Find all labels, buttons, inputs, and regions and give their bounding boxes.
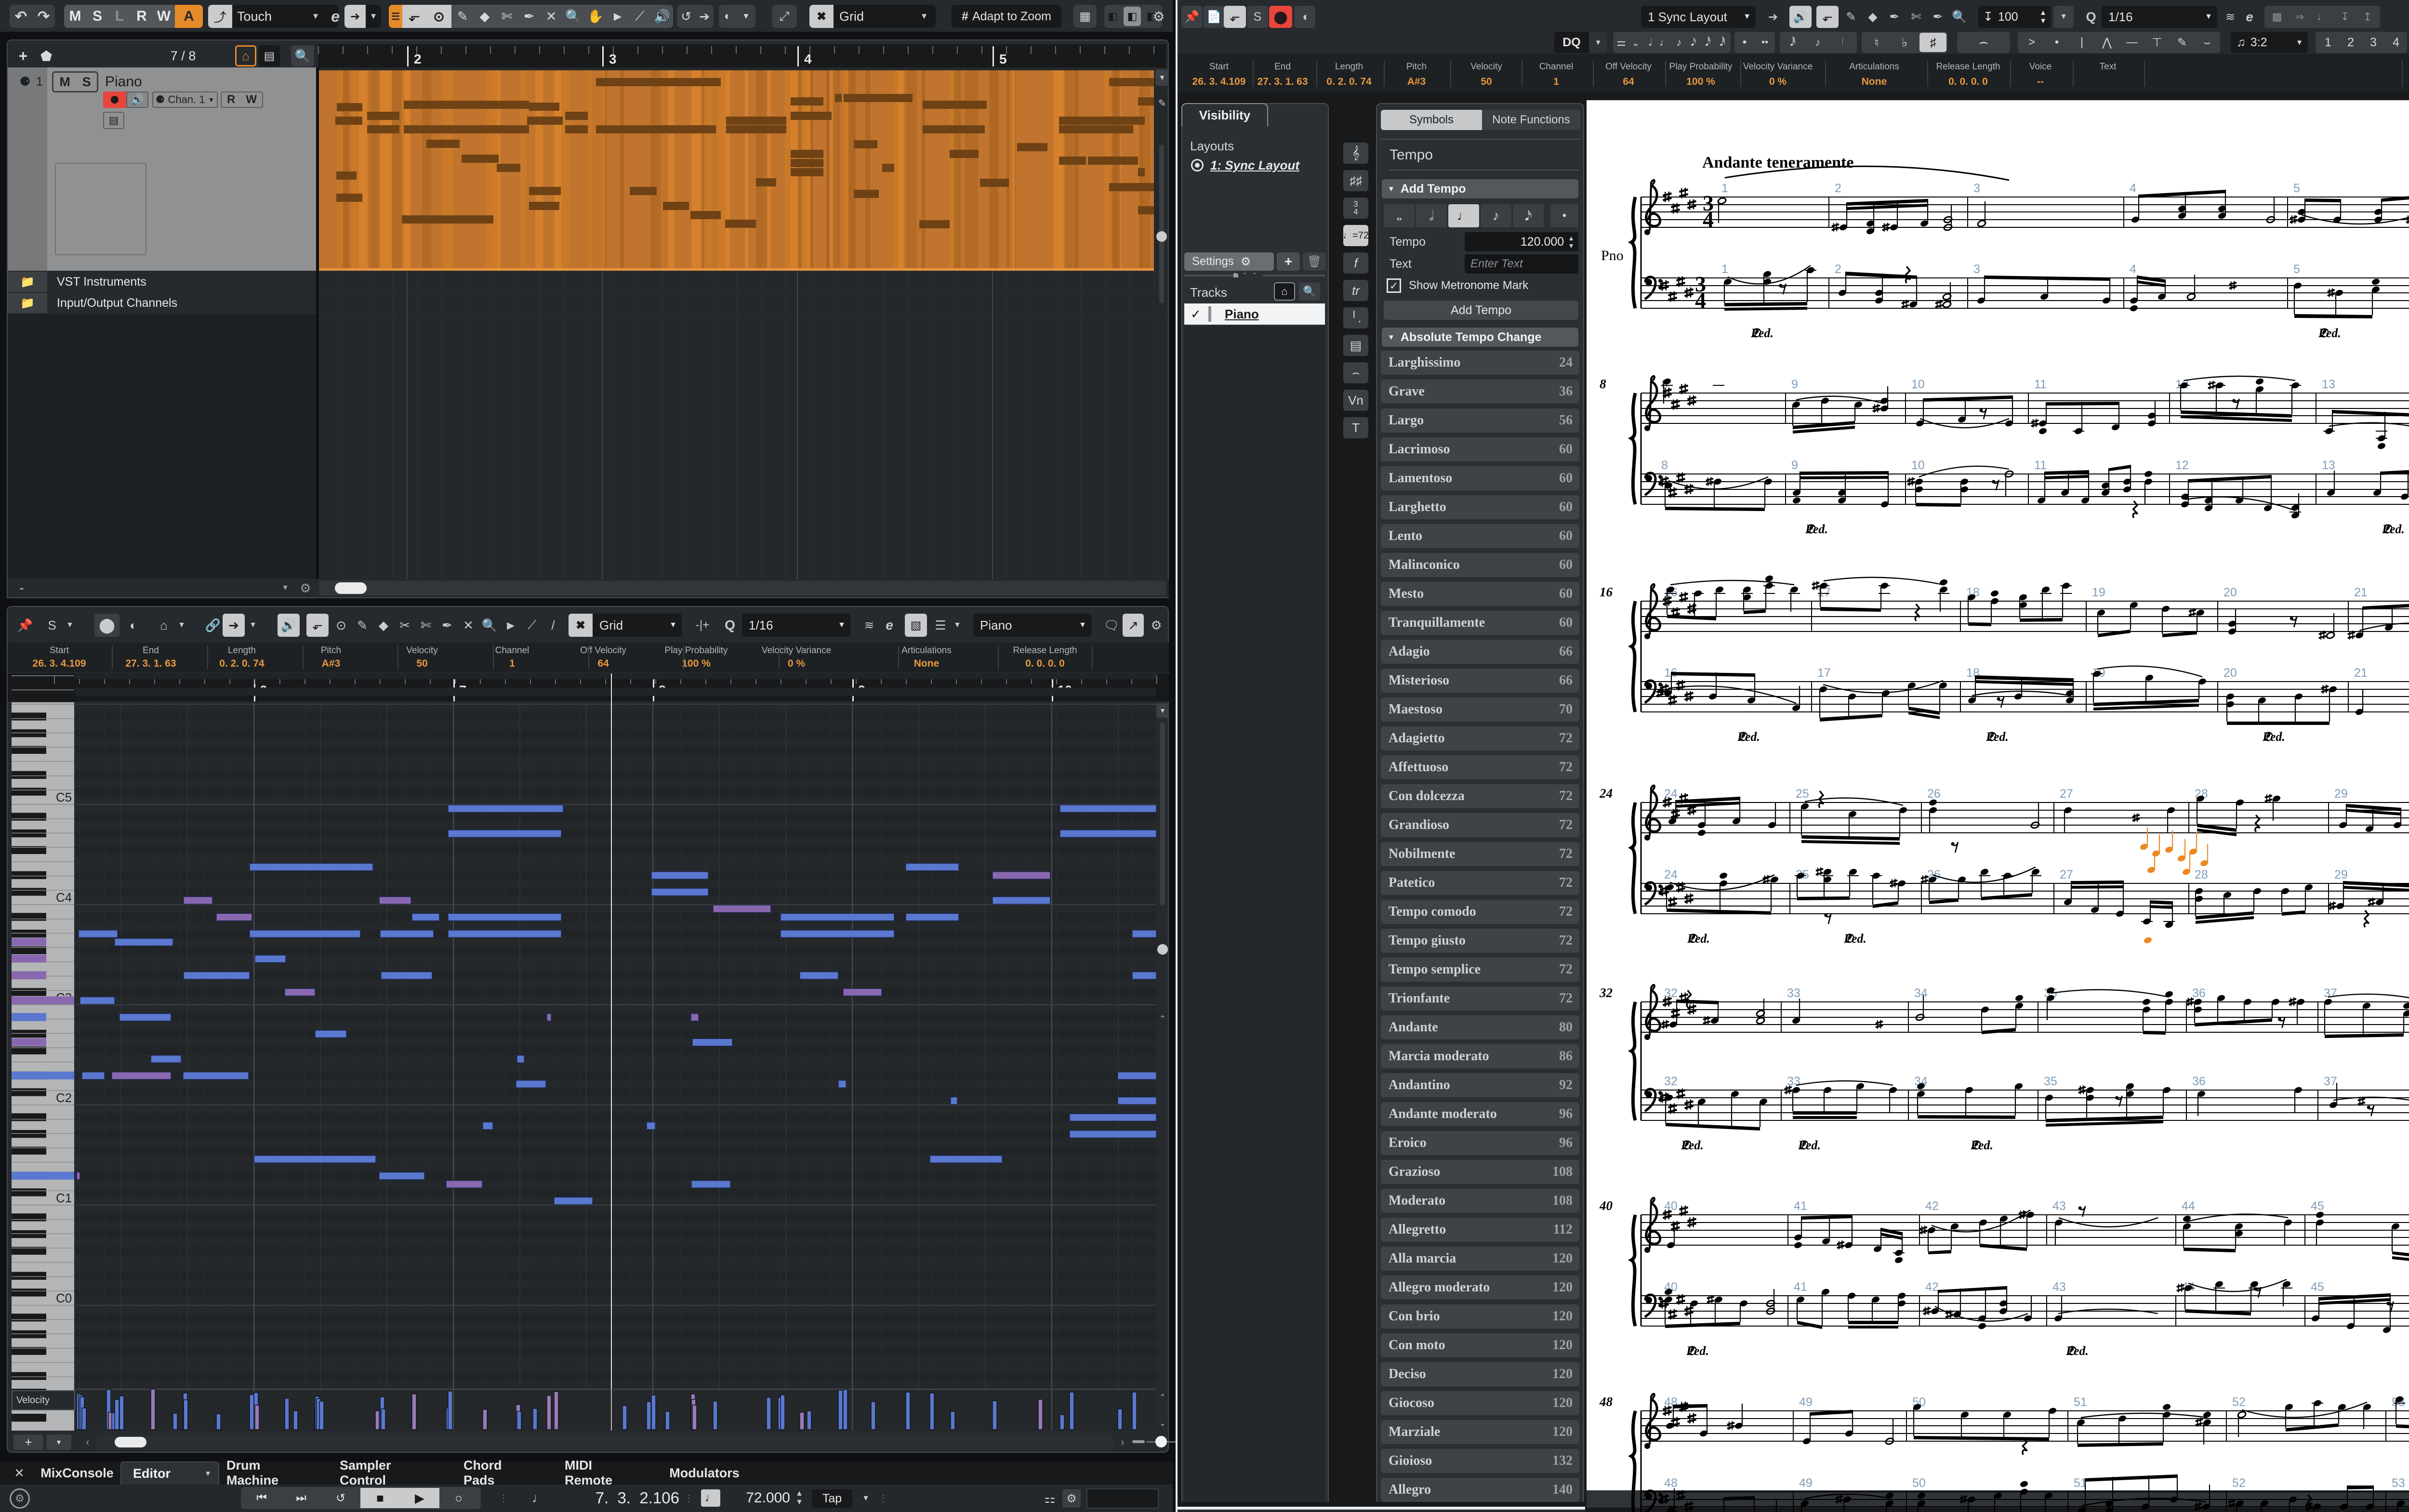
svg-text:Ped.: Ped. bbox=[1737, 730, 1760, 744]
svg-text:8: 8 bbox=[1661, 459, 1668, 472]
svg-text:51: 51 bbox=[2074, 1395, 2087, 1409]
svg-text:21: 21 bbox=[2354, 586, 2368, 599]
svg-text:Ped.: Ped. bbox=[1970, 1138, 1993, 1152]
svg-text:16: 16 bbox=[1600, 585, 1613, 599]
svg-text:2: 2 bbox=[1835, 182, 1841, 195]
svg-text:29: 29 bbox=[2334, 868, 2348, 881]
svg-text:5: 5 bbox=[2293, 182, 2300, 195]
svg-text:21: 21 bbox=[2354, 666, 2368, 680]
svg-text:Ped.: Ped. bbox=[2065, 1344, 2089, 1358]
svg-text:5: 5 bbox=[2293, 263, 2300, 276]
svg-text:C1: C1 bbox=[56, 1191, 72, 1205]
svg-text:28: 28 bbox=[2195, 868, 2208, 881]
svg-text:40: 40 bbox=[1664, 1199, 1678, 1213]
svg-text:Ped.: Ped. bbox=[1843, 932, 1866, 946]
svg-text:32: 32 bbox=[1664, 1075, 1678, 1088]
svg-text:Ped.: Ped. bbox=[1687, 932, 1710, 946]
svg-text:25: 25 bbox=[1796, 787, 1809, 801]
svg-text:40: 40 bbox=[1599, 1198, 1613, 1213]
svg-text:C2: C2 bbox=[56, 1091, 72, 1105]
svg-text:32: 32 bbox=[1664, 986, 1678, 1000]
svg-text:26: 26 bbox=[1927, 787, 1941, 801]
svg-text:11: 11 bbox=[2034, 459, 2047, 472]
svg-text:42: 42 bbox=[1925, 1280, 1939, 1294]
svg-text:53: 53 bbox=[2392, 1476, 2405, 1490]
svg-text:43: 43 bbox=[2052, 1199, 2066, 1213]
svg-text:2: 2 bbox=[414, 52, 422, 66]
svg-text:C5: C5 bbox=[56, 790, 72, 804]
svg-text:8: 8 bbox=[1600, 377, 1606, 391]
svg-text:Ped.: Ped. bbox=[1985, 730, 2009, 744]
svg-text:45: 45 bbox=[2311, 1280, 2324, 1294]
svg-text:10: 10 bbox=[1911, 378, 1925, 391]
svg-text:36: 36 bbox=[2192, 1075, 2206, 1088]
svg-text:52: 52 bbox=[2232, 1476, 2246, 1490]
svg-text:48: 48 bbox=[1664, 1476, 1678, 1490]
svg-text:Ped.: Ped. bbox=[1750, 326, 1774, 340]
svg-text:45: 45 bbox=[2311, 1199, 2324, 1213]
svg-text:37: 37 bbox=[2324, 1075, 2337, 1088]
svg-text:43: 43 bbox=[2052, 1280, 2066, 1294]
svg-text:5: 5 bbox=[999, 52, 1007, 66]
svg-text:3: 3 bbox=[1973, 263, 1980, 276]
svg-text:52: 52 bbox=[2232, 1395, 2246, 1409]
svg-text:4: 4 bbox=[2130, 182, 2136, 195]
svg-text:20: 20 bbox=[2224, 586, 2237, 599]
svg-text:9: 9 bbox=[1791, 459, 1798, 472]
svg-text:Ped.: Ped. bbox=[1805, 522, 1828, 536]
svg-text:12: 12 bbox=[2175, 459, 2189, 472]
svg-text:Ped.: Ped. bbox=[2262, 730, 2285, 744]
svg-text:44: 44 bbox=[2182, 1199, 2195, 1213]
svg-text:29: 29 bbox=[2334, 787, 2348, 801]
svg-text:1: 1 bbox=[1721, 182, 1728, 195]
svg-text:41: 41 bbox=[1794, 1280, 1807, 1294]
svg-text:Pno: Pno bbox=[1601, 248, 1624, 263]
svg-text:10: 10 bbox=[1911, 459, 1925, 472]
svg-text:35: 35 bbox=[2044, 1075, 2057, 1088]
svg-text:4: 4 bbox=[1703, 207, 1714, 232]
svg-text:13: 13 bbox=[2322, 459, 2335, 472]
svg-text:C4: C4 bbox=[56, 890, 72, 905]
svg-text:Ped.: Ped. bbox=[2318, 326, 2341, 340]
svg-text:Andante teneramente: Andante teneramente bbox=[1702, 154, 1853, 171]
svg-text:Ped.: Ped. bbox=[1798, 1138, 1821, 1152]
svg-text:19: 19 bbox=[2092, 586, 2105, 599]
svg-text:Ped.: Ped. bbox=[2382, 522, 2405, 536]
svg-text:41: 41 bbox=[1794, 1199, 1807, 1213]
svg-text:48: 48 bbox=[1599, 1394, 1613, 1409]
svg-text:24: 24 bbox=[1664, 868, 1678, 881]
svg-text:36: 36 bbox=[2192, 986, 2206, 1000]
svg-text:4: 4 bbox=[804, 52, 812, 66]
svg-text:C0: C0 bbox=[56, 1291, 72, 1305]
svg-text:3: 3 bbox=[1973, 182, 1980, 195]
svg-text:32: 32 bbox=[1599, 986, 1613, 1000]
svg-text:4: 4 bbox=[1695, 288, 1706, 313]
svg-text:49: 49 bbox=[1799, 1476, 1813, 1490]
svg-text:24: 24 bbox=[1599, 786, 1613, 801]
svg-text:Ped.: Ped. bbox=[1681, 1138, 1704, 1152]
svg-text:49: 49 bbox=[1799, 1395, 1813, 1409]
svg-text:Ped.: Ped. bbox=[1686, 1344, 1709, 1358]
svg-text:13: 13 bbox=[2322, 378, 2335, 391]
svg-text:1: 1 bbox=[1721, 263, 1728, 276]
svg-text:27: 27 bbox=[2060, 787, 2073, 801]
svg-text:20: 20 bbox=[2224, 666, 2237, 680]
svg-text:2: 2 bbox=[1835, 263, 1841, 276]
svg-text:3: 3 bbox=[609, 52, 617, 66]
svg-text:34: 34 bbox=[1914, 986, 1928, 1000]
svg-text:4: 4 bbox=[2130, 263, 2136, 276]
svg-text:9: 9 bbox=[1791, 378, 1798, 391]
svg-text:42: 42 bbox=[1925, 1199, 1939, 1213]
svg-text:33: 33 bbox=[1787, 986, 1800, 1000]
svg-text:37: 37 bbox=[2324, 986, 2337, 1000]
svg-text:11: 11 bbox=[2034, 378, 2047, 391]
svg-text:27: 27 bbox=[2060, 868, 2073, 881]
svg-text:24: 24 bbox=[1664, 787, 1678, 801]
svg-text:50: 50 bbox=[1912, 1476, 1926, 1490]
svg-text:17: 17 bbox=[1817, 666, 1831, 680]
